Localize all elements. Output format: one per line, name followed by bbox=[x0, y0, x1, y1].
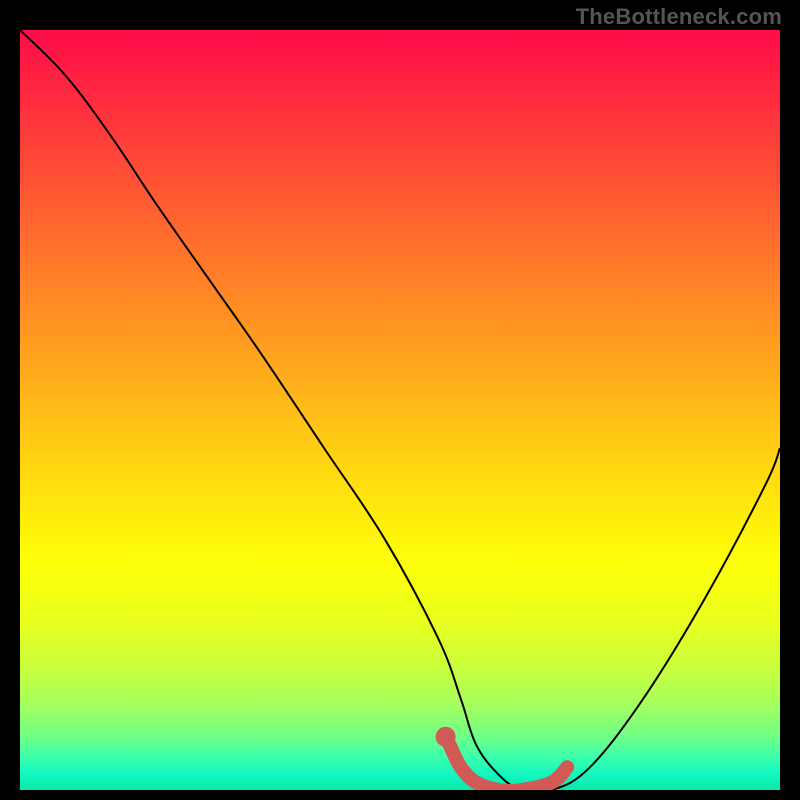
watermark-text: TheBottleneck.com bbox=[576, 4, 782, 30]
curve-layer bbox=[20, 30, 780, 790]
chart-panel bbox=[20, 30, 780, 790]
chart-stage: TheBottleneck.com bbox=[0, 0, 800, 800]
bottleneck-curve bbox=[20, 30, 780, 790]
chart-svg bbox=[20, 30, 780, 790]
highlight-layer bbox=[436, 727, 568, 790]
highlight-dot bbox=[436, 727, 456, 747]
